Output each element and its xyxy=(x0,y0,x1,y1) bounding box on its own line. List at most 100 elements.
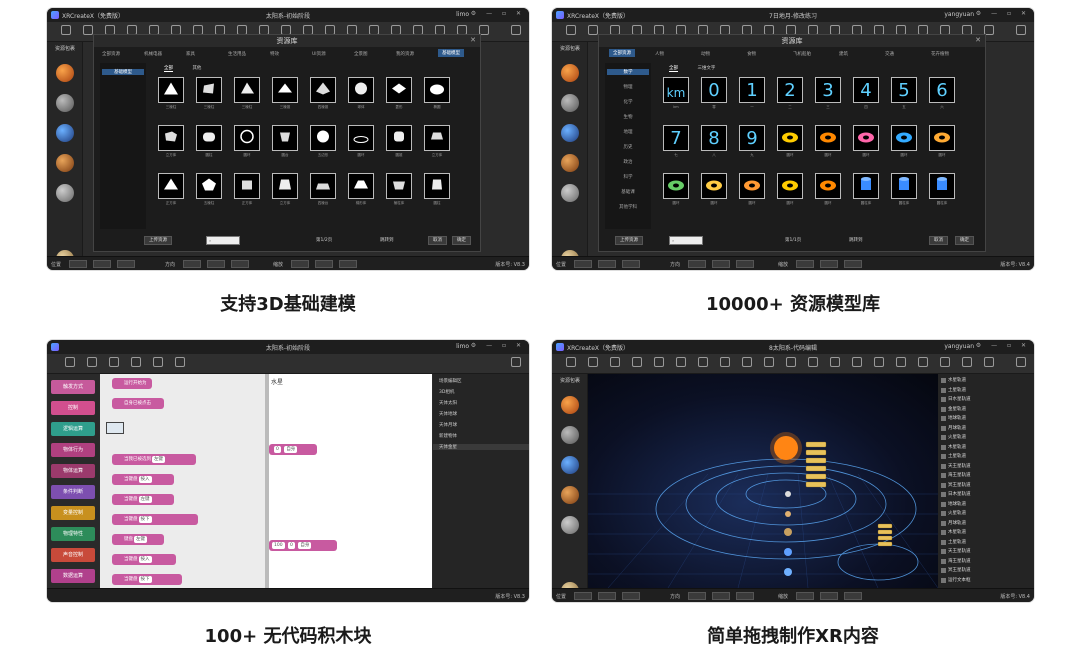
model-thumbnail[interactable]: 0 xyxy=(701,77,727,103)
scale-z[interactable] xyxy=(844,592,862,600)
toolbar-tool-icon[interactable] xyxy=(962,357,972,367)
orbit-checkbox[interactable] xyxy=(941,511,946,516)
tab-1[interactable]: 机械电器 xyxy=(144,51,162,57)
orbit-checkbox[interactable] xyxy=(941,539,946,545)
dir-x[interactable] xyxy=(688,592,706,600)
number-input[interactable]: 0 xyxy=(274,446,281,453)
side-item[interactable]: 化学 xyxy=(607,99,649,105)
block-category[interactable]: 数据运算 xyxy=(51,569,95,583)
model-thumbnail[interactable] xyxy=(777,125,803,151)
toolbar-tool-icon[interactable] xyxy=(566,357,576,367)
ok-button[interactable]: 确定 xyxy=(955,236,974,245)
side-item[interactable]: 基础课 xyxy=(607,189,649,195)
subtab-all[interactable]: 全部 xyxy=(669,66,678,72)
scale-z[interactable] xyxy=(339,260,357,268)
model-thumbnail[interactable]: km xyxy=(663,77,689,103)
orbit-item[interactable]: 天王星轨道 xyxy=(948,548,971,554)
toolbar-tool-icon[interactable] xyxy=(786,357,796,367)
orbit-item[interactable]: 土星轨道 xyxy=(948,539,966,545)
upload-button[interactable]: 上传资源 xyxy=(615,236,643,245)
pos-x[interactable] xyxy=(574,592,592,600)
scale-x[interactable] xyxy=(291,260,309,268)
outliner-item[interactable]: 天体金星 xyxy=(433,444,529,450)
orbit-checkbox[interactable] xyxy=(941,530,946,535)
ok-button[interactable]: 确定 xyxy=(452,236,471,245)
orbit-item[interactable]: 日木星轨道 xyxy=(948,491,971,497)
model-thumbnail[interactable] xyxy=(777,173,803,199)
toolbar-tool-icon[interactable] xyxy=(654,357,664,367)
orbit-item[interactable]: 木星轨道 xyxy=(948,529,966,535)
planet-thumbnail[interactable] xyxy=(561,184,579,202)
orbit-checkbox[interactable] xyxy=(941,454,946,459)
code-block[interactable]: 当我已被选到 左键 xyxy=(112,454,196,465)
code-block[interactable]: 当键盘 按下 xyxy=(112,514,198,525)
tab-2[interactable]: 家具 xyxy=(186,51,195,57)
orbit-checkbox[interactable] xyxy=(941,416,946,421)
model-thumbnail[interactable] xyxy=(158,125,184,151)
toolbar-tool-icon[interactable] xyxy=(852,357,862,367)
dir-x[interactable] xyxy=(688,260,706,268)
close-icon[interactable]: ✕ xyxy=(470,36,476,44)
subtab-all[interactable]: 全部 xyxy=(164,66,173,72)
cancel-button[interactable]: 取消 xyxy=(929,236,948,245)
model-thumbnail[interactable] xyxy=(815,173,841,199)
number-input[interactable]: 0 xyxy=(288,542,295,549)
scale-x[interactable] xyxy=(796,260,814,268)
toolbar-tool-icon[interactable] xyxy=(940,357,950,367)
pos-z[interactable] xyxy=(622,260,640,268)
pos-z[interactable] xyxy=(117,260,135,268)
subtab-3d-text[interactable]: 三维文字 xyxy=(697,66,715,71)
planet-thumbnail[interactable] xyxy=(561,516,579,534)
model-thumbnail[interactable] xyxy=(272,173,298,199)
scale-y[interactable] xyxy=(820,260,838,268)
tab-6[interactable]: 交通 xyxy=(885,51,894,57)
record-icon[interactable] xyxy=(511,25,521,35)
orbit-item[interactable]: 月球轨道 xyxy=(948,425,966,431)
toolbar-tool-icon[interactable] xyxy=(87,357,97,367)
planet-thumbnail[interactable] xyxy=(561,486,579,504)
toolbar-tool-icon[interactable] xyxy=(984,357,994,367)
tab-5[interactable]: 建筑 xyxy=(839,51,848,57)
dir-z[interactable] xyxy=(736,260,754,268)
orbit-checkbox[interactable] xyxy=(941,558,946,564)
block-dropdown[interactable]: 按下 xyxy=(138,576,152,583)
pos-x[interactable] xyxy=(69,260,87,268)
toolbar-tool-icon[interactable] xyxy=(588,25,598,35)
block-dropdown[interactable]: 按入 xyxy=(138,476,152,483)
orbit-item[interactable]: 地球轨道 xyxy=(948,501,966,507)
model-thumbnail[interactable] xyxy=(196,173,222,199)
block-category[interactable]: 物体行为 xyxy=(51,443,95,457)
scale-z[interactable] xyxy=(844,260,862,268)
orbit-item[interactable]: 木星轨道 xyxy=(948,444,966,450)
orbit-checkbox[interactable] xyxy=(941,482,946,488)
orbit-checkbox[interactable] xyxy=(941,492,946,497)
block-dropdown[interactable]: 按下 xyxy=(138,516,152,523)
outliner-item[interactable]: 新建物体 xyxy=(439,433,457,439)
model-thumbnail[interactable] xyxy=(739,173,765,199)
planet-thumbnail[interactable] xyxy=(561,94,579,112)
block-category[interactable]: 物理特性 xyxy=(51,527,95,541)
orbit-checkbox[interactable] xyxy=(941,501,946,507)
dir-z[interactable] xyxy=(231,260,249,268)
orbit-item[interactable]: 地球轨道 xyxy=(948,415,966,421)
model-thumbnail[interactable] xyxy=(891,173,917,199)
tab-0[interactable]: 全部资源 xyxy=(609,49,635,57)
search-input[interactable]: ⌕ xyxy=(669,236,703,245)
tab-4[interactable]: 特效 xyxy=(270,51,279,57)
outliner-item[interactable]: 天体太阳 xyxy=(439,400,457,406)
model-thumbnail[interactable] xyxy=(272,77,298,103)
block-category[interactable]: 物体运算 xyxy=(51,464,95,478)
model-thumbnail[interactable] xyxy=(424,77,450,103)
window-controls[interactable]: ⚙ — ▫ ✕ xyxy=(471,10,525,17)
toolbar-tool-icon[interactable] xyxy=(610,357,620,367)
xr-scene-viewport[interactable] xyxy=(588,374,938,588)
toolbar-tool-icon[interactable] xyxy=(896,357,906,367)
model-thumbnail[interactable]: 5 xyxy=(891,77,917,103)
toolbar-tool-icon[interactable] xyxy=(764,357,774,367)
dir-x[interactable] xyxy=(183,260,201,268)
code-block[interactable]: 当键盘 按入 xyxy=(112,474,174,485)
orbit-item[interactable]: 土星轨道 xyxy=(948,453,966,459)
planet-thumbnail[interactable] xyxy=(56,94,74,112)
subtab-other[interactable]: 其他 xyxy=(192,66,201,71)
model-thumbnail[interactable] xyxy=(929,173,955,199)
